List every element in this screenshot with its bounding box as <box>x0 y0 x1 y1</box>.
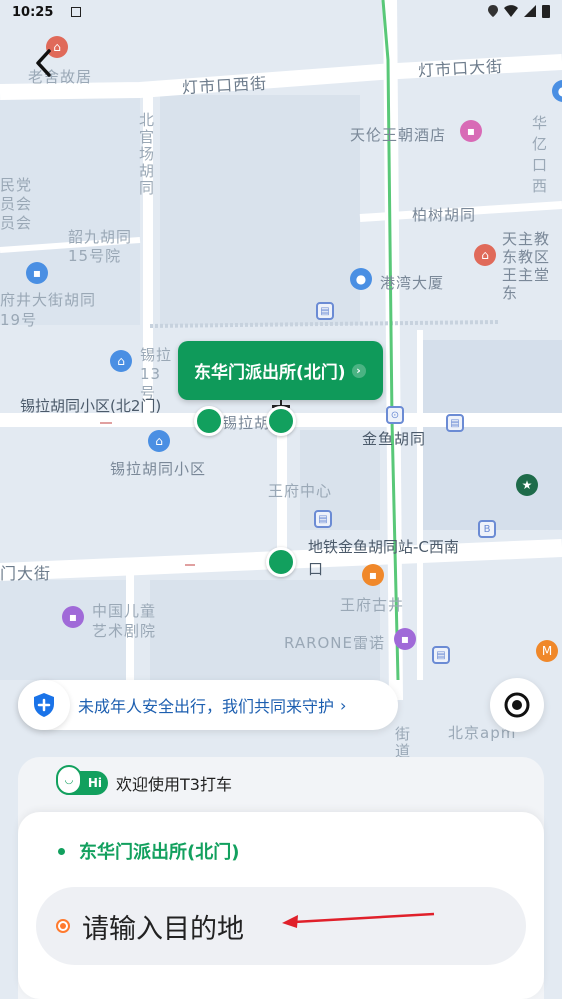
safety-banner[interactable]: 未成年人安全出行，我们共同来守护 › <box>18 680 398 730</box>
locate-me-button[interactable] <box>490 678 544 732</box>
welcome-text: 欢迎使用T3打车 <box>116 775 232 794</box>
bus-stop-icon: ▤ <box>314 510 332 528</box>
map-label: 北官场胡同 <box>137 112 155 197</box>
wifi-icon <box>504 5 518 17</box>
map-label: 华亿口西 <box>532 114 549 195</box>
location-icon <box>488 5 498 17</box>
metro-station-icon: ⊙ <box>386 406 404 424</box>
map-label: 金鱼胡同 <box>362 430 427 448</box>
map-label: 天主教东教区王主堂东 <box>502 230 551 302</box>
shield-icon <box>18 680 70 730</box>
map-label: RARONE雷诺 <box>284 634 386 652</box>
notification-icon <box>71 7 82 17</box>
map-label: 王府中心 <box>268 482 333 500</box>
map-label: 民党员会员会 <box>0 176 33 232</box>
status-time: 10:25 <box>12 4 54 20</box>
shop-poi-icon: ▪ <box>394 628 416 650</box>
pickup-location-label: 东华门派出所(北门) <box>194 363 346 383</box>
map-label: 灯市口大街 <box>417 56 504 81</box>
map-label: 地铁金鱼胡同站-C西南口 <box>308 538 459 578</box>
map-label: 港湾大厦 <box>380 274 445 292</box>
building-poi-icon: ▪ <box>26 262 48 284</box>
residence-poi-icon: ⌂ <box>110 350 132 372</box>
map-label: 韶九胡同15号院 <box>68 228 133 265</box>
map-label: 天伦王朝酒店 <box>350 126 447 144</box>
starbucks-poi-icon: ★ <box>516 474 538 496</box>
mascot-icon: ◡ <box>56 765 82 795</box>
hi-badge-text: Hi <box>87 776 102 790</box>
map-label: 府井大街胡同19号 <box>0 291 97 329</box>
bus-stop-icon: ▤ <box>316 302 334 320</box>
map-label: 柏树胡同 <box>412 206 477 224</box>
chevron-right-icon: › <box>351 363 366 378</box>
signal-icon <box>524 5 536 17</box>
back-button[interactable] <box>28 46 58 80</box>
from-location-text: 东华门派出所(北门) <box>79 842 240 863</box>
welcome-row: ◡ Hi 欢迎使用T3打车 <box>56 765 232 795</box>
bus-stop-icon: B <box>478 520 496 538</box>
hi-badge: ◡ Hi <box>56 765 108 795</box>
map-label: 门大街 <box>0 564 52 583</box>
theater-poi-icon: ▪ <box>62 606 84 628</box>
from-location-row[interactable]: 东华门派出所(北门) <box>58 838 239 864</box>
bus-stop-icon: ▤ <box>432 646 450 664</box>
pickup-point-marker[interactable] <box>266 547 296 577</box>
pickup-point-marker[interactable] <box>266 406 296 436</box>
map-label: 灯市口西街 <box>181 73 268 98</box>
landmark-poi-icon: ▪ <box>362 564 384 586</box>
map-label: 锡拉胡同小区 <box>110 460 207 478</box>
church-poi-icon: ⌂ <box>474 244 496 266</box>
battery-icon <box>542 5 550 18</box>
safety-banner-text: 未成年人安全出行，我们共同来守护 <box>78 697 335 716</box>
status-icons <box>488 4 550 18</box>
target-icon <box>504 692 530 718</box>
bus-stop-icon: ▤ <box>446 414 464 432</box>
status-bar: 10:25 <box>0 0 562 24</box>
building-poi-icon: ● <box>350 268 372 290</box>
bottom-sheet: ◡ Hi 欢迎使用T3打车 东华门派出所(北门) 请输入目的地 <box>18 757 544 999</box>
mcdonalds-poi-icon: M <box>536 640 558 662</box>
origin-dot-icon <box>58 847 65 855</box>
destination-dot-icon <box>56 919 70 933</box>
destination-placeholder: 请输入目的地 <box>82 913 244 945</box>
map-label: 锡拉胡同小区(北2门) <box>20 397 162 415</box>
chevron-right-icon: › <box>340 695 347 715</box>
chevron-left-icon <box>36 49 51 77</box>
hotel-poi-icon: ▪ <box>460 120 482 142</box>
map-label: 中国儿童艺术剧院 <box>92 602 157 640</box>
annotation-arrow-icon <box>282 912 435 928</box>
pickup-location-bubble[interactable]: 东华门派出所(北门) › <box>178 341 383 400</box>
residence-poi-icon: ⌂ <box>148 430 170 452</box>
pickup-point-marker[interactable] <box>194 406 224 436</box>
map-label: 王府古井 <box>340 596 405 614</box>
map-label: 锡拉胡 <box>222 414 271 432</box>
